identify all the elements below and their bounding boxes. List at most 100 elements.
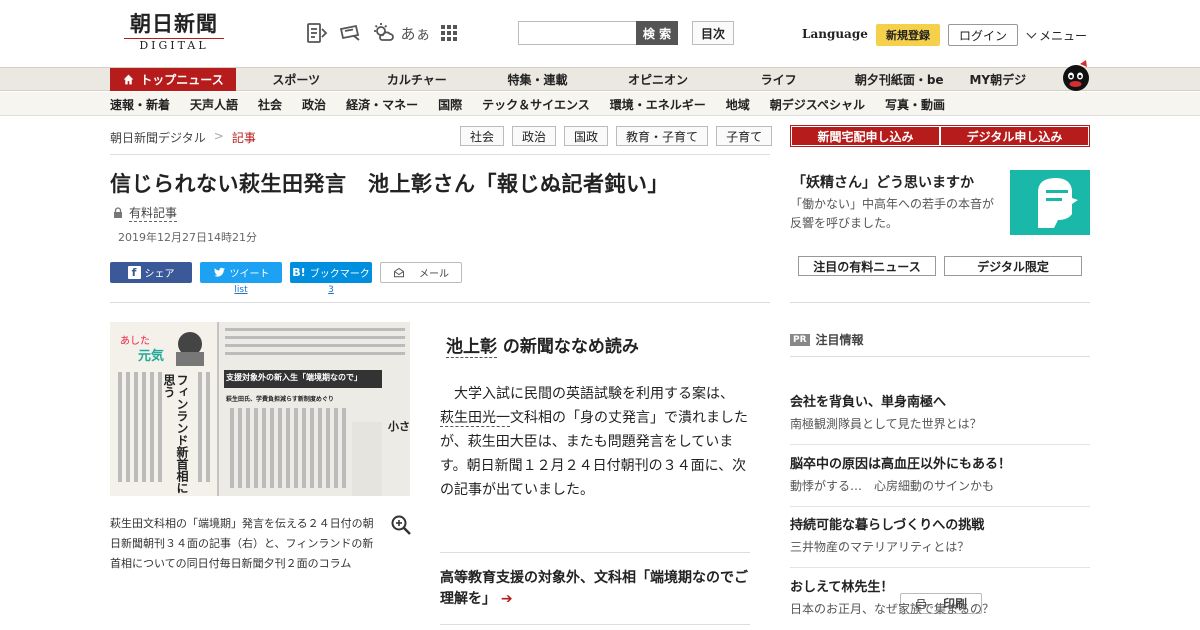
hatena-icon: B! bbox=[292, 266, 306, 279]
pr-item[interactable]: おしえて林先生！ 日本のお正月、なぜ家族で集まるの？ bbox=[790, 579, 1090, 618]
tag-national-politics[interactable]: 国政 bbox=[564, 126, 609, 146]
divider bbox=[790, 356, 1090, 357]
nav-item-culture[interactable]: カルチャー bbox=[357, 68, 478, 91]
header-icon-bar: あぁ bbox=[300, 18, 465, 48]
tag-childcare[interactable]: 子育て bbox=[716, 126, 773, 146]
apps-grid-icon[interactable] bbox=[432, 18, 465, 48]
related-article-link[interactable]: 高等教育支援の対象外、文科相「端境期なのでご理解を」 ➔ bbox=[440, 568, 760, 610]
pr-item[interactable]: 持続可能な暮らしづくりへの挑戦 三井物産のマテリアリティとは？ bbox=[790, 517, 1090, 568]
newspaper-clipping-image: あした 元気 bbox=[110, 322, 410, 496]
subnav-item-special[interactable]: 朝デジスペシャル bbox=[770, 96, 865, 113]
subnav-item-tech[interactable]: テック＆サイエンス bbox=[482, 96, 590, 113]
divider bbox=[110, 154, 770, 155]
hatena-bookmark-button[interactable]: B! ブックマーク 3 bbox=[290, 262, 372, 295]
index-button[interactable]: 目次 bbox=[692, 21, 734, 45]
nav-item-life[interactable]: ライフ bbox=[718, 68, 839, 91]
subnav-item-breaking[interactable]: 速報・新着 bbox=[110, 96, 170, 113]
divider bbox=[790, 302, 1090, 303]
nav-item-features[interactable]: 特集・連載 bbox=[477, 68, 598, 91]
tag-politics[interactable]: 政治 bbox=[512, 126, 557, 146]
subnav-item-tensei[interactable]: 天声人語 bbox=[190, 96, 238, 113]
main-nav: トップニュース スポーツ カルチャー 特集・連載 オピニオン ライフ 朝夕刊紙面… bbox=[0, 67, 1200, 91]
image-headline-box: 支援対象外の新入生「端境期なので」 bbox=[226, 373, 362, 382]
svg-text:あした: あした bbox=[120, 335, 150, 347]
subnav-item-politics[interactable]: 政治 bbox=[302, 96, 326, 113]
zoom-icon[interactable] bbox=[390, 514, 412, 536]
pr-item-subtitle: 日本のお正月、なぜ家族で集まるの？ bbox=[790, 602, 995, 616]
newspaper-icon[interactable] bbox=[333, 18, 366, 48]
menu-label: メニュー bbox=[1039, 29, 1088, 43]
breadcrumb-home[interactable]: 朝日新聞デジタル bbox=[110, 129, 206, 146]
search-form: 検 索 bbox=[518, 21, 678, 45]
pr-badge: PR bbox=[790, 333, 810, 346]
related-article-title: 高等教育支援の対象外、文科相「端境期なのでご理解を」 bbox=[440, 570, 748, 607]
facebook-icon: f bbox=[127, 266, 141, 279]
promo-title[interactable]: 「妖精さん」どう思いますか bbox=[792, 172, 974, 192]
divider bbox=[790, 444, 1090, 445]
sidebar-tabs: 注目の有料ニュース デジタル限定 bbox=[798, 256, 1082, 276]
article-photo[interactable]: あした 元気 支援対象外の新入生「端境期なので」 萩生田氏、学費負担減らす新制度… bbox=[110, 322, 410, 496]
article-date: 2019年12月27日14時21分 bbox=[118, 231, 257, 244]
paid-article-badge[interactable]: 有料記事 bbox=[112, 204, 178, 222]
nav-label: トップニュース bbox=[140, 73, 224, 87]
mail-share-button[interactable]: メール bbox=[380, 262, 462, 283]
pr-item-title: おしえて林先生！ bbox=[790, 580, 894, 595]
topic-tags: 社会 政治 国政 教育・子育て 子育て bbox=[460, 126, 773, 146]
tab-paid-news[interactable]: 注目の有料ニュース bbox=[798, 256, 936, 276]
paid-article-label: 有料記事 bbox=[129, 206, 178, 222]
divider bbox=[110, 302, 770, 303]
subnav-item-environment[interactable]: 環境・エネルギー bbox=[610, 96, 706, 113]
subnav-item-economy[interactable]: 経済・マネー bbox=[346, 96, 418, 113]
image-vertical-title: フィンランド新首相に思う bbox=[162, 374, 189, 494]
body-text-1: 大学入試に民間の英語試験を利用する案は、 bbox=[454, 386, 734, 402]
signup-button[interactable]: 新規登録 bbox=[876, 24, 940, 46]
news-brief-icon[interactable] bbox=[300, 18, 333, 48]
series-name: の新聞ななめ読み bbox=[497, 337, 639, 357]
weather-icon[interactable] bbox=[366, 18, 399, 48]
person-link[interactable]: 萩生田光一 bbox=[440, 410, 510, 427]
pr-item[interactable]: 脳卒中の原因は高血圧以外にもある！ 動悸がする… 心房細動のサインかも bbox=[790, 456, 1090, 507]
pr-item-subtitle: 南極観測隊員として見た世界とは？ bbox=[790, 417, 982, 431]
subnav-item-society[interactable]: 社会 bbox=[258, 96, 282, 113]
twitter-share-label: ツイート bbox=[229, 269, 270, 280]
nav-item-top-news[interactable]: トップニュース bbox=[110, 68, 236, 91]
language-link[interactable]: Language bbox=[802, 27, 868, 41]
pr-item-subtitle: 動悸がする… 心房細動のサインかも bbox=[790, 479, 995, 493]
breadcrumb-current: 記事 bbox=[231, 131, 256, 145]
tag-society[interactable]: 社会 bbox=[460, 126, 505, 146]
promo-text: 「働かない」中高年への若手の本音が反響を呼びました。 bbox=[790, 197, 995, 230]
nav-item-sports[interactable]: スポーツ bbox=[236, 68, 357, 91]
mascot-icon[interactable] bbox=[1058, 58, 1092, 92]
font-size-icon[interactable]: あぁ bbox=[399, 18, 432, 48]
share-bar: f シェア ツイート list B! ブックマーク 3 メール 印刷 bbox=[110, 262, 982, 614]
nav-item-opinion[interactable]: オピニオン bbox=[598, 68, 719, 91]
twitter-list-link[interactable]: list bbox=[200, 285, 282, 295]
login-button[interactable]: ログイン bbox=[948, 24, 1018, 46]
divider bbox=[440, 624, 750, 625]
mail-icon bbox=[394, 267, 404, 277]
twitter-share-button[interactable]: ツイート list bbox=[200, 262, 282, 295]
subnav-item-international[interactable]: 国際 bbox=[438, 96, 462, 113]
author-link[interactable]: 池上彰 bbox=[446, 337, 497, 358]
sub-nav: 速報・新着 天声人語 社会 政治 経済・マネー 国際 テック＆サイエンス 環境・… bbox=[0, 92, 1200, 116]
tab-digital-only[interactable]: デジタル限定 bbox=[944, 256, 1082, 276]
arrow-right-icon: ➔ bbox=[500, 591, 513, 607]
profile-silhouette-icon bbox=[1038, 178, 1078, 228]
tag-education[interactable]: 教育・子育て bbox=[616, 126, 709, 146]
facebook-share-button[interactable]: f シェア bbox=[110, 262, 192, 283]
hatena-bookmark-count[interactable]: 3 bbox=[290, 285, 372, 295]
subnav-item-region[interactable]: 地域 bbox=[726, 96, 750, 113]
search-button[interactable]: 検 索 bbox=[636, 21, 678, 45]
menu-button[interactable]: メニュー bbox=[1026, 27, 1088, 44]
logo-kanji: 朝日新聞 bbox=[130, 11, 218, 36]
image-corner-text: 小さ bbox=[388, 420, 410, 433]
subscribe-paper-button[interactable]: 新聞宅配申し込み bbox=[792, 127, 939, 145]
site-logo[interactable]: 朝日新聞 DIGITAL bbox=[116, 12, 232, 54]
search-input[interactable] bbox=[518, 21, 636, 45]
subscribe-digital-button[interactable]: デジタル申し込み bbox=[941, 127, 1088, 145]
pr-item[interactable]: 会社を背負い、単身南極へ 南極観測隊員として見た世界とは？ bbox=[790, 394, 1090, 445]
subnav-item-photo[interactable]: 写真・動画 bbox=[885, 96, 945, 113]
photo-caption: 萩生田文科相の「端境期」発言を伝える２４日付の朝日新聞朝刊３４面の記事（右）と、… bbox=[110, 517, 374, 570]
promo-image[interactable] bbox=[1010, 170, 1090, 235]
nav-item-paper[interactable]: 朝夕刊紙面・be bbox=[839, 68, 960, 91]
